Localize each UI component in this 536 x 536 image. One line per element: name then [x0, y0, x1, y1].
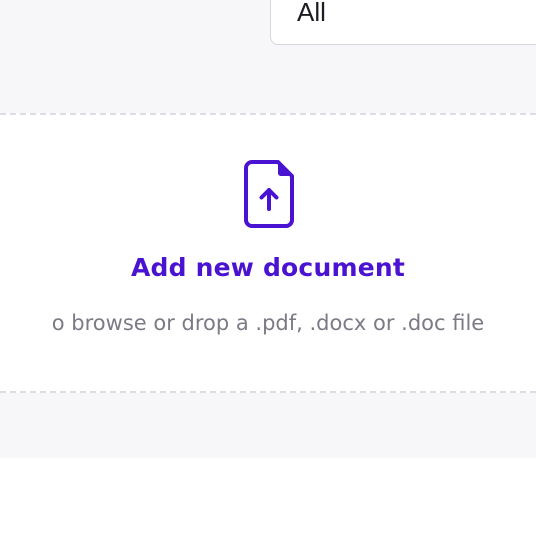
file-upload-icon: [244, 160, 294, 228]
filter-select[interactable]: All: [270, 0, 536, 45]
dropzone-title[interactable]: Add new document: [0, 250, 536, 286]
filter-selected-value: All: [297, 0, 326, 27]
dropzone-footer-panel: [0, 393, 536, 458]
dropzone-hint: o browse or drop a .pdf, .docx or .doc f…: [51, 311, 485, 335]
document-upload-page: All Add new document o browse or drop a …: [0, 0, 536, 536]
filter-bar: All: [0, 0, 536, 114]
